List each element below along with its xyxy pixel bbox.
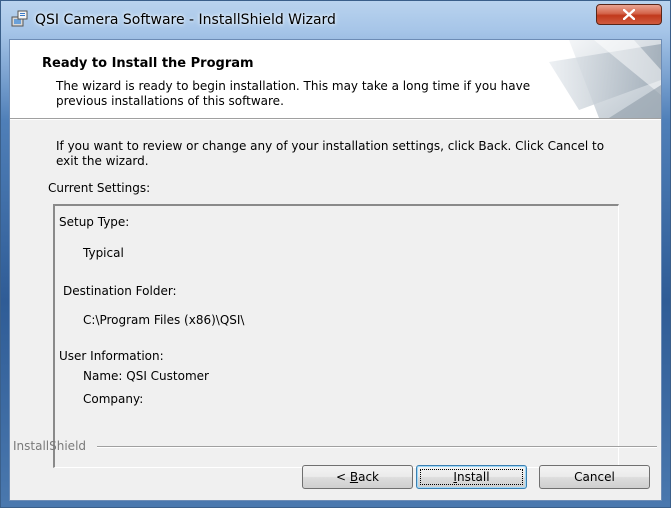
header-banner: Ready to Install the Program The wizard … [10,40,661,118]
user-company-line: Company: [83,392,144,406]
back-button[interactable]: < Back [302,465,413,489]
back-label-mnemonic: B [349,470,359,484]
close-icon [623,9,635,20]
back-label-rest: ack [358,470,379,484]
user-name-line: Name: QSI Customer [83,369,209,383]
installer-window: QSI Camera Software - InstallShield Wiza… [0,0,671,508]
focus-ring [420,469,523,485]
wizard-client-area: Ready to Install the Program The wizard … [9,39,662,501]
setup-type-label: Setup Type: [59,215,130,229]
close-button[interactable] [596,4,662,25]
back-label-prefix: < [335,470,350,484]
header-divider [10,118,661,120]
description-line: previous installations of this software. [56,94,284,108]
destination-folder-label: Destination Folder: [63,284,177,298]
current-settings-label: Current Settings: [48,181,151,195]
page-description: The wizard is ready to begin installatio… [56,79,556,109]
page-title: Ready to Install the Program [42,56,254,71]
instructions-line: If you want to review or change any of y… [56,139,605,153]
title-bar[interactable]: QSI Camera Software - InstallShield Wiza… [1,1,670,39]
banner-graphic [539,40,661,118]
user-information-label: User Information: [59,349,164,363]
setup-type-value: Typical [83,246,124,260]
instructions-text: If you want to review or change any of y… [56,139,636,169]
cancel-button[interactable]: Cancel [539,465,650,489]
instructions-line: exit the wizard. [56,154,149,168]
install-button[interactable]: Install [416,465,527,489]
destination-folder-value: C:\Program Files (x86)\QSI\ [83,313,245,327]
installshield-brand: InstallShield [13,439,87,453]
current-settings-box[interactable]: Setup Type: Typical Destination Folder: … [53,204,619,468]
installer-icon[interactable] [11,10,29,28]
description-line: The wizard is ready to begin installatio… [56,79,531,93]
footer-divider [97,446,657,448]
window-title: QSI Camera Software - InstallShield Wiza… [35,12,336,28]
